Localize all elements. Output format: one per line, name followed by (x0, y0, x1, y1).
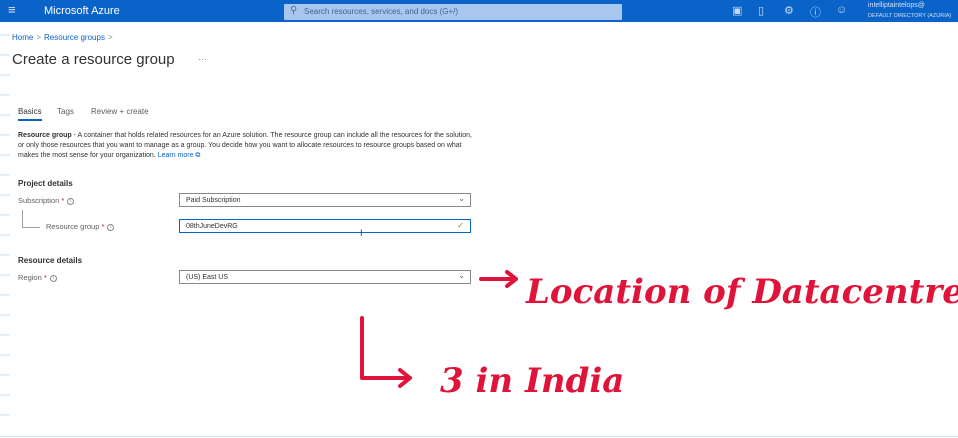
region-label-text: Region (18, 273, 42, 282)
info-icon[interactable]: i (107, 223, 115, 231)
feedback-icon[interactable]: ☺ (836, 4, 847, 16)
subscription-select[interactable]: Paid Subscription ⌄ (179, 193, 471, 207)
required-marker: * (101, 222, 105, 231)
checkmark-icon: ✓ (457, 221, 464, 230)
annotation-location-text: Location of Datacentre (525, 272, 958, 312)
info-icon[interactable]: i (67, 197, 75, 205)
text-cursor-icon: I (360, 228, 363, 238)
breadcrumb-resource-groups[interactable]: Resource groups (44, 33, 105, 42)
azure-brand[interactable]: Microsoft Azure (44, 5, 120, 17)
breadcrumb-separator: > (107, 33, 113, 42)
search-placeholder: Search resources, services, and docs (G+… (304, 7, 459, 16)
search-icon: ⚲ (290, 5, 298, 16)
description-text: - A container that holds related resourc… (18, 132, 472, 159)
footer-divider (0, 436, 958, 437)
subscription-value: Paid Subscription (186, 197, 241, 204)
user-email[interactable]: intelliptaintelops@ (868, 2, 925, 9)
breadcrumb-home[interactable]: Home (12, 33, 33, 42)
region-label: Region * i (18, 273, 57, 282)
learn-more-link[interactable]: Learn more (158, 152, 194, 159)
tab-review-create[interactable]: Review + create (91, 107, 149, 116)
resource-group-label: Resource group * i (46, 222, 115, 231)
annotation-arrow-icon (479, 270, 518, 288)
info-icon[interactable]: i (49, 274, 57, 282)
help-icon[interactable]: ⓘ (810, 4, 821, 20)
region-select[interactable]: (US) East US ⌄ (179, 270, 471, 284)
tree-connector (22, 210, 40, 228)
breadcrumb-separator: > (36, 33, 42, 42)
tab-tags[interactable]: Tags (57, 107, 74, 116)
resource-group-value: 08thJuneDevRG (186, 223, 238, 230)
region-value: (US) East US (186, 274, 229, 281)
settings-icon[interactable]: ⚙ (784, 4, 794, 17)
breadcrumb: Home > Resource groups > (12, 33, 116, 42)
chevron-down-icon: ⌄ (458, 194, 465, 203)
resource-group-label-text: Resource group (46, 222, 100, 231)
project-details-heading: Project details (18, 179, 73, 188)
page-title: Create a resource group (12, 51, 175, 68)
required-marker: * (61, 196, 65, 205)
tab-basics[interactable]: Basics (18, 107, 42, 121)
subscription-label: Subscription * i (18, 196, 75, 205)
annotation-india-text: 3 in India (440, 361, 624, 401)
resource-details-heading: Resource details (18, 256, 83, 265)
description-term: Resource group (18, 132, 72, 139)
external-link-icon: ⧉ (193, 152, 201, 159)
subscription-label-text: Subscription (18, 196, 60, 205)
annotation-hook-arrow-icon (360, 316, 412, 388)
azure-top-bar: ≡ Microsoft Azure ⚲ Search resources, se… (0, 0, 958, 22)
notifications-icon[interactable]: ▯ (758, 4, 764, 17)
global-search-input[interactable]: ⚲ Search resources, services, and docs (… (284, 4, 622, 20)
hamburger-icon[interactable]: ≡ (8, 2, 16, 17)
required-marker: * (43, 273, 47, 282)
user-directory[interactable]: DEFAULT DIRECTORY (AZURIA) (868, 13, 951, 19)
more-options-icon[interactable]: ··· (198, 54, 207, 64)
cloud-shell-icon[interactable]: ▣ (732, 4, 742, 17)
chevron-down-icon: ⌄ (458, 271, 465, 280)
resource-group-input[interactable]: 08thJuneDevRG ✓ (179, 219, 471, 233)
resource-group-description: Resource group - A container that holds … (18, 131, 478, 161)
